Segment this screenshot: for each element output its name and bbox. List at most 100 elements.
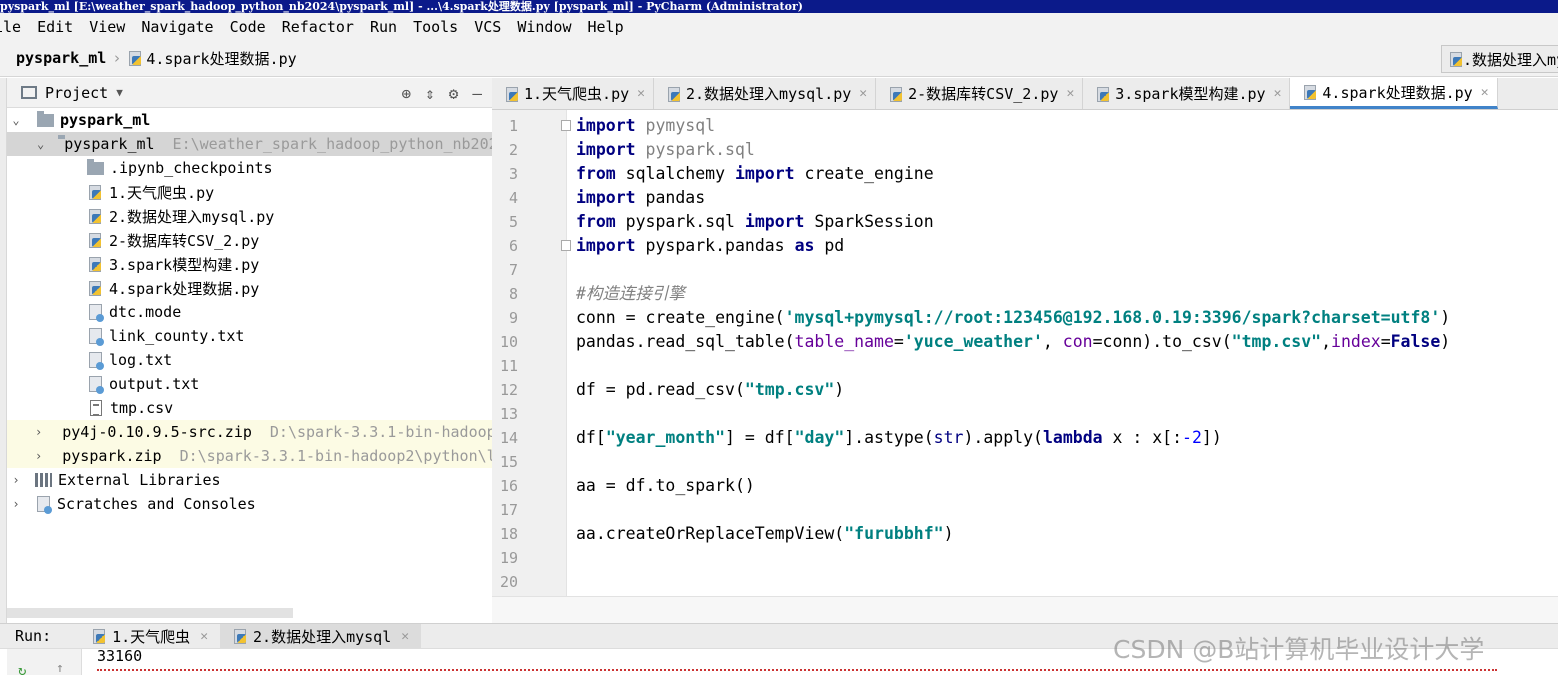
menu-vcs[interactable]: VCS <box>474 18 501 36</box>
code-token: from <box>576 164 616 183</box>
code-line: pandas.read_sql_table(table_name='yuce_w… <box>576 330 1450 354</box>
tab-1-weather-crawler[interactable]: 1.天气爬虫.py ✕ <box>492 78 654 109</box>
tree-item-file[interactable]: output.txt <box>7 372 492 396</box>
tab-3-spark-model[interactable]: 3.spark模型构建.py ✕ <box>1083 78 1291 109</box>
menu-code[interactable]: Code <box>230 18 266 36</box>
tree-item-file[interactable]: 1.天气爬虫.py <box>7 180 492 204</box>
menu-view[interactable]: View <box>89 18 125 36</box>
fold-marker-icon[interactable] <box>561 120 571 131</box>
close-icon[interactable]: ✕ <box>1481 85 1489 100</box>
gear-icon[interactable]: ⚙ <box>449 84 459 103</box>
tab-2-csv[interactable]: 2-数据库转CSV_2.py ✕ <box>876 78 1084 109</box>
menu-help[interactable]: Help <box>588 18 624 36</box>
expand-arrow-icon[interactable]: › <box>35 425 42 439</box>
rerun-icon[interactable]: ↻ <box>18 663 26 675</box>
code-line: from sqlalchemy import create_engine <box>576 162 934 186</box>
close-icon[interactable]: ✕ <box>1274 86 1282 101</box>
tree-item-folder[interactable]: .ipynb_checkpoints <box>7 156 492 180</box>
run-label: Run: <box>15 627 52 645</box>
tree-item-file[interactable]: tmp.csv <box>7 396 492 420</box>
tab-label: 2.数据处理入mysql.py <box>685 85 852 103</box>
code-token: import <box>576 140 636 159</box>
close-icon[interactable]: ✕ <box>859 86 867 101</box>
line-number: 5 <box>508 213 518 231</box>
line-number: 12 <box>499 381 518 399</box>
code-token: "tmp.csv" <box>744 380 835 399</box>
scroll-up-icon[interactable]: ↑ <box>56 661 64 675</box>
tree-item-module[interactable]: ⌄ pyspark_ml E:\weather_spark_hadoop_pyt… <box>7 132 492 156</box>
close-icon[interactable]: ✕ <box>200 629 208 644</box>
menu-edit[interactable]: Edit <box>37 18 73 36</box>
menu-navigate[interactable]: Navigate <box>141 18 213 36</box>
project-panel-title[interactable]: Project <box>45 84 108 102</box>
expand-arrow-icon[interactable]: › <box>35 449 42 463</box>
python-file-icon <box>87 208 102 224</box>
code-token: aa.createOrReplaceTempView( <box>576 524 845 543</box>
tree-item-file[interactable]: 2.数据处理入mysql.py <box>7 204 492 228</box>
window-title-bar: pyspark_ml [E:\weather_spark_hadoop_pyth… <box>0 0 1558 13</box>
menu-refactor[interactable]: Refactor <box>282 18 354 36</box>
chevron-down-icon[interactable]: ▼ <box>116 86 123 99</box>
expand-arrow-icon[interactable]: ⌄ <box>37 137 44 151</box>
menu-file[interactable]: ile <box>0 18 21 36</box>
console-error-line <box>97 669 1497 675</box>
tree-item-file[interactable]: dtc.mode <box>7 300 492 324</box>
scrollbar-thumb[interactable] <box>7 608 293 618</box>
run-configuration-selector[interactable]: 2.数据处理入mysql <box>1441 45 1558 73</box>
expand-arrow-icon[interactable]: ⌄ <box>11 113 21 127</box>
line-number: 4 <box>508 189 518 207</box>
tree-item-label: .ipynb_checkpoints <box>110 159 273 177</box>
menu-window[interactable]: Window <box>517 18 571 36</box>
tree-item-file[interactable]: 3.spark模型构建.py <box>7 252 492 276</box>
code-line: conn = create_engine('mysql+pymysql://ro… <box>576 306 1450 330</box>
tab-4-spark-process[interactable]: 4.spark处理数据.py ✕ <box>1290 78 1498 109</box>
code-token: 'yuce_weather' <box>903 332 1043 351</box>
code-token: str <box>933 428 964 447</box>
line-number: 7 <box>508 261 518 279</box>
breadcrumb-project[interactable]: pyspark_ml <box>16 49 106 67</box>
locate-icon[interactable]: ⊕ <box>401 84 411 103</box>
tree-item-file[interactable]: log.txt <box>7 348 492 372</box>
tree-item-path: E:\weather_spark_hadoop_python_nb2024\py… <box>172 135 492 153</box>
collapse-all-icon[interactable]: ⇕ <box>425 84 435 103</box>
close-icon[interactable]: ✕ <box>637 86 645 101</box>
tree-item-file[interactable]: 4.spark处理数据.py <box>7 276 492 300</box>
fold-marker-icon[interactable] <box>561 240 571 251</box>
tree-item-label: link_county.txt <box>109 327 245 345</box>
tree-item-library[interactable]: › py4j-0.10.9.5-src.zip D:\spark-3.3.1-b… <box>7 420 492 444</box>
tree-item-library[interactable]: › pyspark.zip D:\spark-3.3.1-bin-hadoop2… <box>7 444 492 468</box>
run-tab-mysql[interactable]: 2.数据处理入mysql ✕ <box>220 623 422 649</box>
tree-item-file[interactable]: link_county.txt <box>7 324 492 348</box>
tree-item-external-libraries[interactable]: › External Libraries <box>7 468 492 492</box>
breadcrumb-file[interactable]: 4.spark处理数据.py <box>146 48 296 69</box>
tree-item-label: output.txt <box>109 375 200 393</box>
menu-run[interactable]: Run <box>370 18 397 36</box>
project-horizontal-scrollbar[interactable] <box>7 608 492 622</box>
minimize-icon[interactable]: — <box>472 84 482 103</box>
tree-item-label: 3.spark模型构建.py <box>109 255 260 274</box>
line-number: 19 <box>499 549 518 567</box>
python-file-icon <box>87 184 102 200</box>
tree-item-label: tmp.csv <box>110 399 174 417</box>
code-token: import <box>576 188 636 207</box>
tree-item-root[interactable]: ⌄ pyspark_ml <box>7 108 492 132</box>
menu-tools[interactable]: Tools <box>413 18 458 36</box>
close-icon[interactable]: ✕ <box>401 629 409 644</box>
expand-arrow-icon[interactable]: › <box>11 497 21 511</box>
run-tab-label: 2.数据处理入mysql <box>253 627 392 646</box>
tree-item-scratches[interactable]: › Scratches and Consoles <box>7 492 492 516</box>
code-line: import pandas <box>576 186 705 210</box>
expand-arrow-icon[interactable]: › <box>11 473 21 487</box>
tab-2-mysql[interactable]: 2.数据处理入mysql.py ✕ <box>654 78 877 109</box>
tree-item-file[interactable]: 2-数据库转CSV_2.py <box>7 228 492 252</box>
console-output: 33160 <box>97 647 143 665</box>
tree-item-label: 2.数据处理入mysql.py <box>109 207 275 226</box>
code-token: ].astype( <box>844 428 934 447</box>
code-token: ]) <box>1201 428 1222 447</box>
python-run-icon <box>91 628 106 644</box>
close-icon[interactable]: ✕ <box>1066 86 1074 101</box>
text-file-icon <box>89 352 104 370</box>
code-editor[interactable]: import pymysql import pyspark.sql from s… <box>576 114 1558 594</box>
code-token: #构造连接引擎 <box>576 284 685 303</box>
run-tab-weather-crawler[interactable]: 1.天气爬虫 ✕ <box>79 624 220 649</box>
